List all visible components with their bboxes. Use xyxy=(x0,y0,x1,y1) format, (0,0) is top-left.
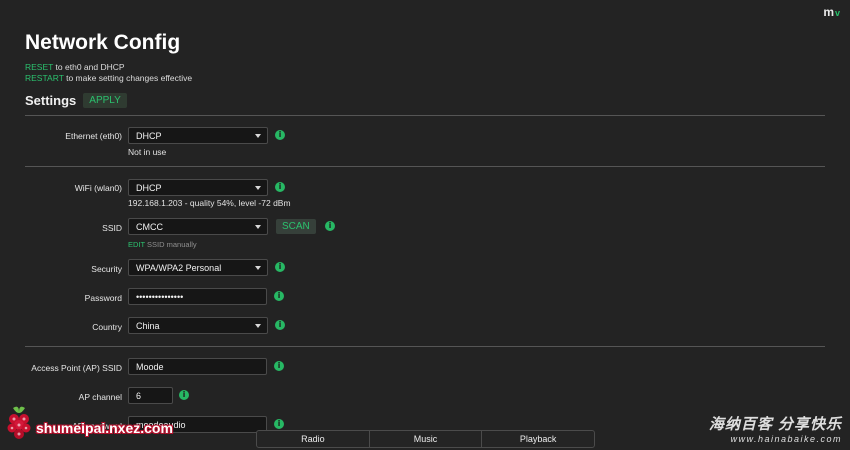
ap-channel-value: 6 xyxy=(136,391,142,401)
shumeipai-watermark-text: shumeipai.nxez.com xyxy=(36,420,173,436)
ssid-edit-hint: EDIT SSID manually xyxy=(128,240,197,249)
password-value: ••••••••••••••• xyxy=(136,292,184,302)
restart-link[interactable]: RESTART xyxy=(25,73,64,83)
nav-radio[interactable]: Radio xyxy=(257,431,370,447)
ethernet-select-value: DHCP xyxy=(136,131,162,141)
bottom-nav: Radio Music Playback xyxy=(256,430,595,448)
info-icon[interactable]: i xyxy=(325,221,335,231)
password-label: Password xyxy=(84,293,122,303)
reset-hint: RESET to eth0 and DHCP xyxy=(25,62,125,72)
logo-letter: m xyxy=(823,5,834,19)
info-icon[interactable]: i xyxy=(275,320,285,330)
wifi-status: 192.168.1.203 - quality 54%, level -72 d… xyxy=(128,198,291,208)
page-title: Network Config xyxy=(25,31,181,54)
country-select[interactable]: China xyxy=(128,317,268,334)
info-icon[interactable]: i xyxy=(274,291,284,301)
wifi-label: WiFi (wlan0) xyxy=(74,183,122,193)
edit-ssid-text: SSID manually xyxy=(144,240,197,249)
info-icon[interactable]: i xyxy=(275,182,285,192)
settings-header: Settings APPLY xyxy=(25,93,127,108)
wifi-select[interactable]: DHCP xyxy=(128,179,268,196)
apply-button[interactable]: APPLY xyxy=(83,93,127,108)
ssid-select[interactable]: CMCC xyxy=(128,218,268,235)
ssid-label: SSID xyxy=(102,223,122,233)
ap-ssid-field[interactable]: Moode xyxy=(128,358,267,375)
ssid-select-value: CMCC xyxy=(136,222,163,232)
wifi-select-value: DHCP xyxy=(136,183,162,193)
logo-suffix: v xyxy=(834,8,840,18)
network-config-page: mv Network Config RESET to eth0 and DHCP… xyxy=(0,0,850,450)
ethernet-select[interactable]: DHCP xyxy=(128,127,268,144)
ap-ssid-label: Access Point (AP) SSID xyxy=(31,363,122,373)
ap-ssid-value: Moode xyxy=(136,362,164,372)
divider xyxy=(25,166,825,167)
chevron-down-icon xyxy=(255,324,261,328)
ethernet-label: Ethernet (eth0) xyxy=(65,131,122,141)
restart-hint-text: to make setting changes effective xyxy=(63,73,193,83)
chevron-down-icon xyxy=(255,134,261,138)
hainabaike-watermark-cn: 海纳百客 分享快乐 xyxy=(708,416,842,433)
password-field[interactable]: ••••••••••••••• xyxy=(128,288,267,305)
security-select[interactable]: WPA/WPA2 Personal xyxy=(128,259,268,276)
info-icon[interactable]: i xyxy=(275,130,285,140)
info-icon[interactable]: i xyxy=(179,390,189,400)
security-select-value: WPA/WPA2 Personal xyxy=(136,263,222,273)
divider xyxy=(25,115,825,116)
reset-link[interactable]: RESET xyxy=(25,62,53,72)
hainabaike-watermark-url: www.hainabaike.com xyxy=(730,434,842,444)
ap-channel-field[interactable]: 6 xyxy=(128,387,173,404)
shumeipai-watermark: shumeipai.nxez.com xyxy=(4,404,173,442)
hainabaike-watermark: 海纳百客 分享快乐 www.hainabaike.com xyxy=(709,413,842,444)
chevron-down-icon xyxy=(255,225,261,229)
raspberry-icon xyxy=(7,406,31,439)
info-icon[interactable]: i xyxy=(275,262,285,272)
ethernet-status: Not in use xyxy=(128,147,167,157)
divider xyxy=(25,346,825,347)
scan-button[interactable]: SCAN xyxy=(276,219,316,234)
security-label: Security xyxy=(91,264,122,274)
settings-label: Settings xyxy=(25,93,77,108)
restart-hint: RESTART to make setting changes effectiv… xyxy=(25,73,192,83)
chevron-down-icon xyxy=(255,266,261,270)
info-icon[interactable]: i xyxy=(274,361,284,371)
info-icon[interactable]: i xyxy=(274,419,284,429)
edit-ssid-link[interactable]: EDIT xyxy=(128,240,145,249)
moode-logo[interactable]: mv xyxy=(823,5,840,19)
country-select-value: China xyxy=(136,321,160,331)
ap-channel-label: AP channel xyxy=(78,392,122,402)
country-label: Country xyxy=(92,322,122,332)
reset-hint-text: to eth0 and DHCP xyxy=(53,62,125,72)
nav-playback[interactable]: Playback xyxy=(482,431,594,447)
nav-music[interactable]: Music xyxy=(370,431,483,447)
chevron-down-icon xyxy=(255,186,261,190)
